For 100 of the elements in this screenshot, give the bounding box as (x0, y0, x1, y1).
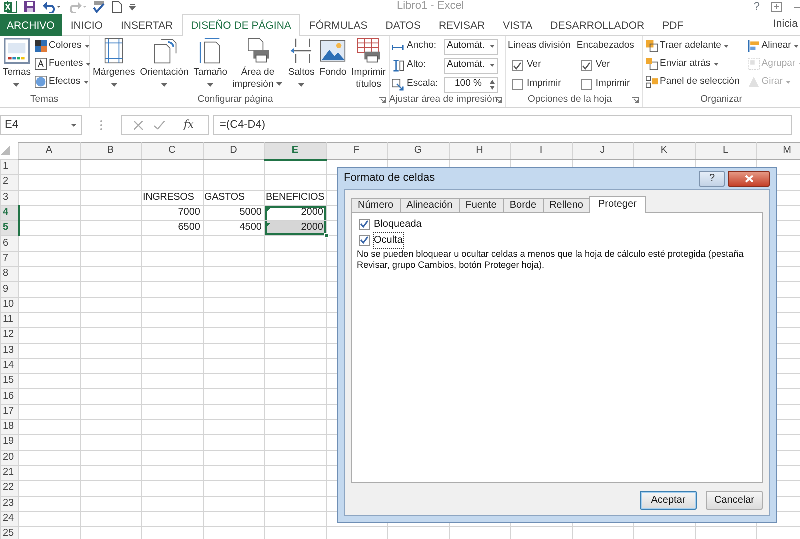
row-header[interactable]: 17 (0, 404, 18, 420)
ribbon-button[interactable]: Alinear (746, 38, 800, 54)
dropdown-field[interactable]: Automát. (444, 38, 498, 54)
ribbon-button[interactable]: Traer adelante (645, 38, 741, 54)
group-heading: Líneas división (508, 39, 571, 53)
ribbon-button[interactable]: Fondo (318, 38, 348, 79)
checkbox[interactable]: Ver (576, 57, 634, 74)
row-header[interactable]: 19 (0, 434, 18, 450)
row-header[interactable]: 6 (0, 236, 18, 252)
dialog-launcher-icon[interactable] (632, 97, 639, 104)
ribbon-tab[interactable]: FÓRMULAS (300, 14, 377, 36)
ribbon-tab[interactable]: VISTA (494, 14, 542, 36)
column-header[interactable]: L (695, 142, 756, 160)
file-tab[interactable]: ARCHIVO (0, 14, 62, 36)
row-header[interactable]: 3 (0, 190, 18, 206)
ribbon-button[interactable]: Imprimir títulos (350, 38, 387, 91)
checkbox[interactable]: Ver (508, 57, 571, 74)
row-header[interactable]: 13 (0, 343, 18, 358)
formula-field[interactable]: =(C4-D4) (213, 115, 792, 135)
checkbox[interactable]: Oculta (357, 233, 405, 247)
name-box[interactable]: E4 (0, 115, 82, 135)
dialog-tab[interactable]: Borde (502, 198, 544, 212)
row-header[interactable]: 22 (0, 480, 18, 496)
row-header[interactable]: 23 (0, 496, 18, 512)
column-header[interactable]: F (326, 142, 388, 160)
table-cell: 7000 (142, 205, 203, 221)
row-header[interactable]: 8 (0, 266, 18, 282)
column-header[interactable]: B (80, 142, 142, 160)
dialog-button[interactable]: Cancelar (706, 491, 763, 510)
ribbon-button[interactable]: Área de impresión (232, 38, 284, 91)
ribbon-tab[interactable]: DISEÑO DE PÁGINA (182, 14, 300, 36)
column-header[interactable]: D (203, 142, 264, 160)
dialog-launcher-icon[interactable] (495, 97, 502, 104)
ribbon-tab[interactable]: DESARROLLADOR (542, 14, 654, 36)
row-header[interactable]: 15 (0, 374, 18, 389)
checkbox[interactable]: Bloqueada (357, 217, 424, 231)
column-header[interactable]: E (264, 142, 326, 160)
ribbon-tab[interactable]: INICIO (62, 14, 112, 36)
column-header[interactable]: I (510, 142, 572, 160)
row-header[interactable]: 10 (0, 297, 18, 312)
ribbon-tab[interactable]: PDF (654, 14, 693, 36)
column-header[interactable]: J (572, 142, 634, 160)
save-icon[interactable] (24, 1, 36, 13)
ribbon-button[interactable]: Orientación (139, 38, 190, 87)
ribbon-button[interactable]: Panel de selección (645, 74, 741, 90)
row-header[interactable]: 14 (0, 358, 18, 374)
restore-icon[interactable] (771, 2, 783, 12)
dropdown-field[interactable]: Automát. (444, 58, 498, 74)
row-header[interactable]: 2 (0, 174, 18, 190)
new-document-icon[interactable] (112, 1, 122, 13)
ribbon-button[interactable]: Temas (2, 38, 32, 87)
ribbon-button[interactable]: Fuentes (34, 56, 92, 72)
checkmark-icon[interactable] (154, 120, 165, 130)
help-button[interactable]: ? (699, 170, 726, 186)
row-header[interactable]: 16 (0, 388, 18, 404)
sign-in-link[interactable]: Inicia (773, 14, 798, 35)
ribbon-tab[interactable]: DATOS (376, 14, 430, 36)
ribbon-button[interactable]: Saltos (287, 38, 316, 87)
row-header[interactable]: 7 (0, 251, 18, 267)
ribbon-button[interactable]: Efectos (34, 74, 92, 90)
column-header[interactable]: G (388, 142, 449, 160)
column-header[interactable]: K (634, 142, 695, 160)
dialog-tab[interactable]: Relleno (542, 198, 590, 212)
row-header[interactable]: 21 (0, 465, 18, 481)
spellcheck-icon[interactable] (93, 1, 105, 13)
spinner-field[interactable]: 100 % (444, 76, 498, 92)
close-button[interactable] (728, 170, 770, 186)
column-header[interactable]: A (18, 142, 80, 160)
row-header[interactable]: 5 (0, 220, 18, 236)
ribbon-button[interactable]: Márgenes (92, 38, 136, 87)
dialog-tab[interactable]: Fuente (458, 198, 504, 212)
row-header[interactable]: 12 (0, 328, 18, 344)
fill-handle[interactable] (324, 233, 328, 238)
note-text: No se pueden bloquear u ocultar celdas a menos que la hoja de cálculo esté protegida (pestaña Revisar, grupo Cambios, botón Proteger hoja). (357, 249, 745, 271)
column-header[interactable]: M (756, 142, 800, 160)
ribbon-button[interactable]: Tamaño (192, 38, 229, 87)
ribbon-button[interactable]: Enviar atrás (645, 56, 741, 72)
dialog-button[interactable]: Aceptar (640, 491, 697, 510)
help-button[interactable]: ? (754, 0, 760, 16)
row-header[interactable]: 11 (0, 312, 18, 328)
column-header[interactable]: C (142, 142, 203, 160)
row-header[interactable]: 18 (0, 420, 18, 435)
column-header[interactable]: H (449, 142, 510, 160)
ribbon-button[interactable]: Colores (34, 38, 92, 54)
row-header[interactable]: 24 (0, 511, 18, 527)
undo-icon[interactable] (43, 1, 61, 13)
checkbox[interactable]: Imprimir (508, 76, 571, 93)
row-header[interactable]: 9 (0, 282, 18, 298)
dialog-tab[interactable]: Alineación (400, 198, 460, 212)
dialog-tab[interactable]: Proteger (589, 196, 646, 213)
ribbon-tab[interactable]: REVISAR (430, 14, 494, 36)
row-header[interactable]: 20 (0, 450, 18, 466)
dialog-launcher-icon[interactable] (379, 97, 386, 104)
dialog-tab[interactable]: Número (351, 198, 401, 212)
row-header[interactable]: 4 (0, 205, 18, 221)
ribbon-tab[interactable]: INSERTAR (112, 14, 182, 36)
checkbox[interactable]: Imprimir (576, 76, 634, 93)
caret-icon (207, 83, 214, 87)
row-header[interactable]: 25 (0, 526, 18, 539)
row-header[interactable]: 1 (0, 160, 18, 175)
